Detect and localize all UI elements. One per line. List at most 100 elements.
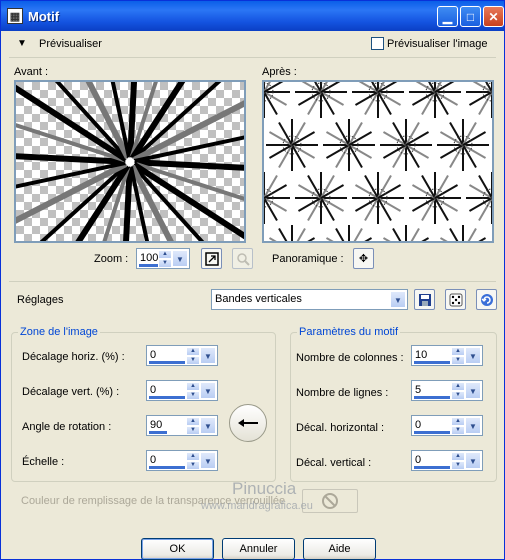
scale-down-icon[interactable]: ▼ <box>186 461 200 470</box>
before-label: Avant : <box>14 66 49 78</box>
h-shift-down-icon[interactable]: ▼ <box>451 426 465 435</box>
close-icon: ✕ <box>488 9 499 24</box>
columns-dropdown-icon[interactable]: ▼ <box>465 347 481 364</box>
v-offset-dropdown-icon[interactable]: ▼ <box>200 382 216 399</box>
preview-image-label[interactable]: Prévisualiser l'image <box>387 38 488 50</box>
random-button[interactable] <box>445 289 466 310</box>
h-shift-label: Décal. horizontal : <box>296 422 385 434</box>
rotation-dropdown-icon[interactable]: ▼ <box>200 417 216 434</box>
maximize-icon: □ <box>466 9 475 24</box>
pattern-params-title: Paramètres du motif <box>297 326 401 338</box>
columns-down-icon[interactable]: ▼ <box>451 356 465 365</box>
save-preset-button[interactable] <box>414 289 435 310</box>
no-color-icon <box>322 493 338 509</box>
v-offset-down-icon[interactable]: ▼ <box>186 391 200 400</box>
maximize-button[interactable]: □ <box>460 6 481 27</box>
image-zone-title: Zone de l'image <box>18 326 100 338</box>
zoom-dropdown-icon[interactable]: ▼ <box>172 250 188 267</box>
scale-label: Échelle : <box>22 456 65 468</box>
ray-center <box>124 156 136 168</box>
rotation-down-icon[interactable]: ▼ <box>186 426 200 435</box>
separator <box>9 57 496 58</box>
scale-value[interactable]: 0 <box>150 454 156 466</box>
before-preview-image[interactable] <box>14 80 246 243</box>
zoom-fit-icon <box>204 251 219 266</box>
motif-dialog: ▦ Motif ▁ □ ✕ ▼ Prévisualiser Prévisuali… <box>0 0 505 560</box>
settings-label: Réglages <box>17 294 64 306</box>
zoom-stepper[interactable]: 100 ▲ ▼ ▼ <box>136 248 190 269</box>
zoom-fit-button[interactable] <box>201 248 222 269</box>
h-offset-dropdown-icon[interactable]: ▼ <box>200 347 216 364</box>
watermark-url: www.mandragrafica.eu <box>201 500 313 512</box>
h-offset-up-icon[interactable]: ▲ <box>186 347 200 356</box>
before-starburst-image <box>16 82 244 241</box>
v-shift-down-icon[interactable]: ▼ <box>451 461 465 470</box>
rotation-dial[interactable] <box>229 404 267 442</box>
rows-up-icon[interactable]: ▲ <box>451 382 465 391</box>
reset-icon <box>480 293 493 306</box>
close-button[interactable]: ✕ <box>483 6 504 27</box>
h-shift-up-icon[interactable]: ▲ <box>451 417 465 426</box>
h-offset-down-icon[interactable]: ▼ <box>186 356 200 365</box>
h-shift-stepper[interactable]: 0 ▲ ▼ ▼ <box>411 415 483 436</box>
h-shift-value[interactable]: 0 <box>415 419 421 431</box>
chevron-down-icon[interactable]: ▼ <box>390 291 406 308</box>
columns-up-icon[interactable]: ▲ <box>451 347 465 356</box>
v-shift-up-icon[interactable]: ▲ <box>451 452 465 461</box>
v-offset-stepper[interactable]: 0 ▲ ▼ ▼ <box>146 380 218 401</box>
zoom-magnify-button[interactable] <box>232 248 253 269</box>
v-offset-label: Décalage vert. (%) : <box>22 386 120 398</box>
v-offset-up-icon[interactable]: ▲ <box>186 382 200 391</box>
zoom-label: Zoom : <box>94 253 129 265</box>
preset-value: Bandes verticales <box>215 293 302 305</box>
separator <box>9 281 496 282</box>
columns-value[interactable]: 10 <box>415 349 427 361</box>
magnifier-icon <box>236 252 250 266</box>
save-icon <box>418 293 431 306</box>
v-shift-label: Décal. vertical : <box>296 457 372 469</box>
zoom-value[interactable]: 100 <box>140 252 158 264</box>
move-arrows-icon: ✥ <box>358 253 369 265</box>
h-offset-stepper[interactable]: 0 ▲ ▼ ▼ <box>146 345 218 366</box>
watermark-title: Pinuccia <box>232 479 297 498</box>
rows-stepper[interactable]: 5 ▲ ▼ ▼ <box>411 380 483 401</box>
preview-toggle-label[interactable]: Prévisualiser <box>39 38 102 50</box>
preset-select[interactable]: Bandes verticales ▼ <box>211 289 408 310</box>
scale-stepper[interactable]: 0 ▲ ▼ ▼ <box>146 450 218 471</box>
cancel-button[interactable]: Annuler <box>222 538 295 560</box>
preview-image-checkbox[interactable] <box>371 37 384 50</box>
v-shift-dropdown-icon[interactable]: ▼ <box>465 452 481 469</box>
ok-button[interactable]: OK <box>141 538 214 560</box>
app-icon: ▦ <box>7 8 23 24</box>
help-button[interactable]: Aide <box>303 538 376 560</box>
h-offset-value[interactable]: 0 <box>150 349 156 361</box>
v-shift-stepper[interactable]: 0 ▲ ▼ ▼ <box>411 450 483 471</box>
zoom-up-icon[interactable]: ▲ <box>158 250 172 259</box>
rows-label: Nombre de lignes : <box>296 387 389 399</box>
dice-icon <box>449 293 462 306</box>
h-offset-label: Décalage horiz. (%) : <box>22 351 125 363</box>
reset-button[interactable] <box>476 289 497 310</box>
rows-value[interactable]: 5 <box>415 384 421 396</box>
rotation-label: Angle de rotation : <box>22 421 112 433</box>
title-bar[interactable]: ▦ Motif ▁ □ ✕ <box>1 1 504 31</box>
v-offset-value[interactable]: 0 <box>150 384 156 396</box>
v-shift-value[interactable]: 0 <box>415 454 421 466</box>
columns-stepper[interactable]: 10 ▲ ▼ ▼ <box>411 345 483 366</box>
rows-dropdown-icon[interactable]: ▼ <box>465 382 481 399</box>
window-title: Motif <box>28 9 60 24</box>
pan-label: Panoramique : <box>272 253 344 265</box>
zoom-down-icon[interactable]: ▼ <box>158 259 172 268</box>
rotation-stepper[interactable]: 90 ▲ ▼ ▼ <box>146 415 218 436</box>
rows-down-icon[interactable]: ▼ <box>451 391 465 400</box>
pan-button[interactable]: ✥ <box>353 248 374 269</box>
after-label: Après : <box>262 66 297 78</box>
collapse-preview-icon[interactable]: ▼ <box>17 38 27 49</box>
scale-up-icon[interactable]: ▲ <box>186 452 200 461</box>
after-preview-image[interactable] <box>262 80 494 243</box>
scale-dropdown-icon[interactable]: ▼ <box>200 452 216 469</box>
rotation-value[interactable]: 90 <box>150 419 162 431</box>
h-shift-dropdown-icon[interactable]: ▼ <box>465 417 481 434</box>
rotation-up-icon[interactable]: ▲ <box>186 417 200 426</box>
minimize-button[interactable]: ▁ <box>437 6 458 27</box>
